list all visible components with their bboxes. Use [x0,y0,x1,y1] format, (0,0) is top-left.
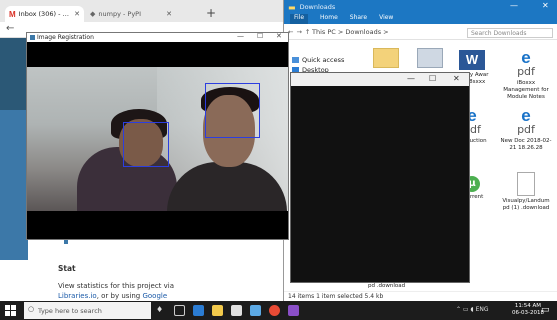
word-document-icon: W [459,50,485,70]
minimize-icon[interactable]: — [407,74,415,83]
minimize-icon[interactable]: — [237,32,244,40]
language-indicator: ENG [475,306,489,313]
black-window: — ☐ ✕ [290,72,470,283]
back-arrow-icon[interactable]: ← [6,23,14,34]
file-name: iBoxxx Management for Module Notes [503,80,549,100]
star-icon [292,57,299,63]
tab-label: numpy - PyPI [98,10,142,18]
edge-icon[interactable] [193,305,204,316]
nav-item-label: Quick access [302,56,345,64]
app-icon [30,35,35,40]
task-view-icon[interactable] [174,305,185,316]
folder-thumbnail-icon [373,48,399,68]
chrome-tab-bar: M Inbox (306) - Update and Statistics ✕ … [0,0,292,22]
black-window-title-bar: — ☐ ✕ [291,73,469,86]
file-item[interactable]: e pdf iBoxxx Management for Module Notes [500,48,552,101]
page-banner [0,38,28,110]
tab-gmail[interactable]: M Inbox (306) - Update and Statistics ✕ [5,6,84,22]
image-thumbnail-icon [417,48,443,68]
search-placeholder: Type here to search [38,306,102,315]
minimize-icon[interactable]: — [510,1,518,10]
maximize-icon[interactable]: ☐ [257,32,263,40]
file-name: Visualpy/Landum pd (1) .download [502,198,550,211]
up-arrow-icon[interactable]: ↑ [305,28,310,36]
image-window-title: Image Registration [37,34,94,41]
close-icon[interactable]: ✕ [542,1,549,10]
ribbon-tab-file[interactable]: File [290,14,309,24]
file-name: pd .download [368,283,406,289]
taskbar: ○ Type here to search ♦ ⌃ ▭ ◖ ENG 11:54 … [0,301,557,320]
pdf-icon: e pdf [517,106,535,136]
ribbon-tab-share[interactable]: Share [350,14,367,24]
folder-icon: ▬ [288,2,296,12]
pdf-icon: e pdf [517,48,535,78]
stat-text-part: View statistics for this project via [58,282,175,290]
clock[interactable]: 11:54 AM 06-03-2018 [512,303,544,317]
system-tray[interactable]: ⌃ ▭ ◖ ENG [456,306,489,313]
camera-frame [27,67,288,211]
clock-time: 11:54 AM [514,303,542,309]
gmail-icon: M [9,9,16,19]
explorer-ribbon: File Home Share View [284,14,557,24]
new-tab-button[interactable]: + [206,7,216,19]
ribbon-tab-home[interactable]: Home [320,14,338,24]
face-detection-box [205,83,260,138]
bullet-icon [64,240,68,244]
maximize-icon[interactable]: ☐ [429,74,436,83]
file-item[interactable]: Visualpy/Landum pd (1) .download [500,172,552,212]
search-icon: ○ [28,305,35,313]
image-window-title-bar: Image Registration — ☐ ✕ [27,32,288,42]
explorer-title-bar: ▬ Downloads — ✕ [284,0,557,14]
ribbon-tab-view[interactable]: View [379,14,393,24]
nav-item-quick-access[interactable]: Quick access [292,56,344,64]
image-registration-window: Image Registration — ☐ ✕ [26,32,289,240]
explorer-address-path[interactable]: This PC > Downloads > [312,28,442,38]
file-explorer-icon[interactable] [212,305,223,316]
tab-close-icon[interactable]: ✕ [74,10,80,18]
file-name: New Doc 2018-02-21 18.26.28 [500,138,552,151]
python-app-icon[interactable] [288,305,299,316]
notification-icon[interactable]: ▭ [541,305,550,315]
page-sidebar [0,110,28,260]
microphone-icon[interactable]: ♦ [156,305,167,316]
pypi-icon: ◆ [90,10,96,18]
tab-label: Inbox (306) - Update and Statistics [18,10,72,18]
close-icon[interactable]: ✕ [453,74,460,83]
statistics-heading: Stat [58,264,76,273]
explorer-search-input[interactable]: Search Downloads [467,28,553,38]
file-icon [517,172,535,196]
clock-date: 06-03-2018 [512,310,544,316]
taskbar-search-input[interactable]: ○ Type here to search [24,302,151,319]
stat-text-part: , or by using [96,292,143,300]
file-item[interactable]: e pdf New Doc 2018-02-21 18.26.28 [500,106,552,152]
explorer-title: Downloads [299,3,336,11]
forward-arrow-icon[interactable]: → [296,28,301,36]
explorer-status-bar: 14 items 1 item selected 5.4 kb [284,291,557,301]
store-icon[interactable] [231,305,242,316]
tab-close-icon[interactable]: ✕ [166,10,172,18]
windows-start-icon[interactable] [5,305,16,316]
libraries-io-link[interactable]: Libraries.io [58,292,97,300]
close-icon[interactable]: ✕ [276,32,282,40]
face-detection-box [123,122,169,167]
chrome-icon[interactable] [269,305,280,316]
tab-pypi[interactable]: ◆ numpy - PyPI ✕ [86,6,176,22]
mail-icon[interactable] [250,305,261,316]
